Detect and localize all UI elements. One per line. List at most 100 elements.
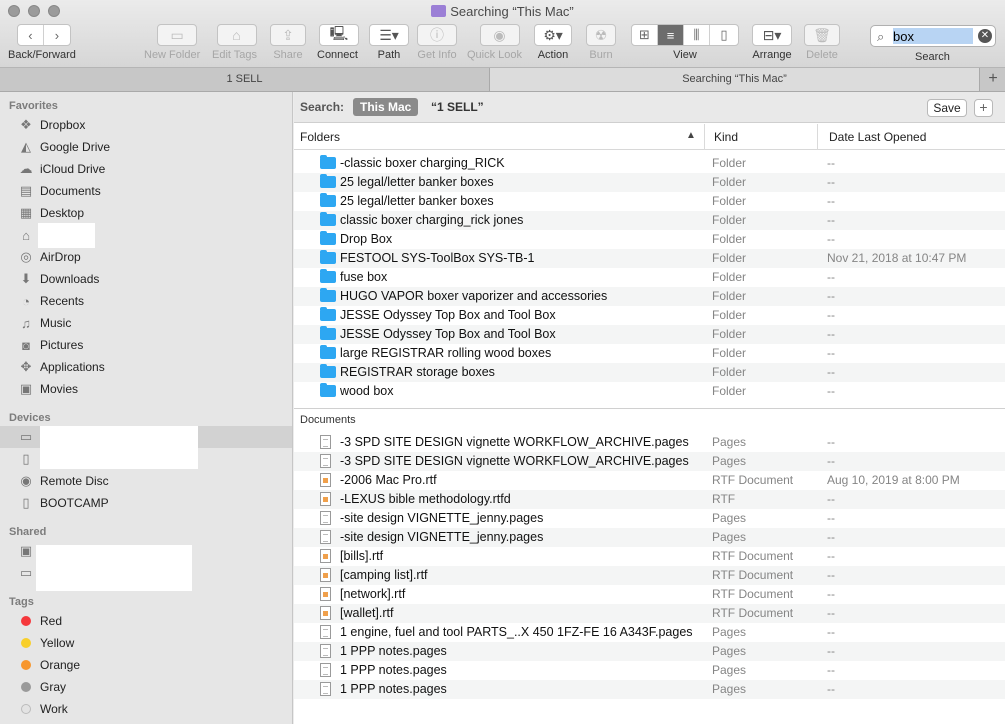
folder-row[interactable]: JESSE Odyssey Top Box and Tool Box Folder… <box>294 306 1005 325</box>
rtf-document-icon <box>320 568 331 582</box>
column-divider[interactable] <box>817 124 818 150</box>
clear-search-icon[interactable]: ✕ <box>978 29 992 43</box>
document-icon-wrap <box>320 644 331 658</box>
folder-icon-wrap <box>320 383 336 397</box>
column-header-name[interactable]: Folders <box>300 130 340 144</box>
share-button[interactable]: ⇪ <box>270 24 306 46</box>
sidebar-item-bootcamp[interactable]: ▯ BOOTCAMP <box>0 492 292 514</box>
folder-row[interactable]: -classic boxer charging_RICK Folder -- <box>294 154 1005 173</box>
sidebar-item-airdrop[interactable]: ◎ AirDrop <box>0 246 292 268</box>
sidebar-item-dropbox[interactable]: ❖ Dropbox <box>0 114 292 136</box>
folder-row[interactable]: wood box Folder -- <box>294 382 1005 401</box>
sidebar-item-tag-orange[interactable]: Orange <box>0 654 292 676</box>
back-icon[interactable]: ‹ <box>18 25 44 45</box>
sidebar-item-remote-disc[interactable]: ◉ Remote Disc <box>0 470 292 492</box>
search-field[interactable]: ⌕ ✕ <box>870 25 996 47</box>
sidebar-item-tag-red[interactable]: Red <box>0 610 292 632</box>
sidebar-item-movies[interactable]: ▣ Movies <box>0 378 292 400</box>
new-tab-button[interactable]: + <box>981 68 1005 91</box>
folder-row[interactable]: 25 legal/letter banker boxes Folder -- <box>294 173 1005 192</box>
document-row[interactable]: [wallet].rtf RTF Document -- <box>294 604 1005 623</box>
column-header-date[interactable]: Date Last Opened <box>829 130 926 144</box>
forward-icon[interactable]: › <box>44 25 70 45</box>
sidebar-item-label: Downloads <box>40 272 100 286</box>
icon-view-icon[interactable]: ⊞ <box>632 25 658 45</box>
column-view-icon[interactable]: ⫼ <box>684 25 710 45</box>
column-divider[interactable] <box>704 124 705 150</box>
add-criteria-button[interactable]: + <box>974 99 993 117</box>
scope-1-sell-button[interactable]: “1 SELL” <box>431 100 484 114</box>
scope-this-mac-button[interactable]: This Mac <box>353 98 419 116</box>
sidebar-item-pictures[interactable]: ◙ Pictures <box>0 334 292 356</box>
sidebar-item-music[interactable]: ♫ Music <box>0 312 292 334</box>
document-row[interactable]: -site design VIGNETTE_jenny.pages Pages -- <box>294 528 1005 547</box>
list-view-icon[interactable]: ≡ <box>658 25 684 45</box>
back-forward-control[interactable]: ‹ › <box>16 24 71 46</box>
folder-row[interactable]: Drop Box Folder -- <box>294 230 1005 249</box>
sidebar-item-icloud-drive[interactable]: ☁ iCloud Drive <box>0 158 292 180</box>
rtf-document-icon <box>320 587 331 601</box>
sidebar-item-desktop[interactable]: ▦ Desktop <box>0 202 292 224</box>
folder-row[interactable]: REGISTRAR storage boxes Folder -- <box>294 363 1005 382</box>
burn-label: Burn <box>589 49 613 61</box>
document-row[interactable]: -LEXUS bible methodology.rtfd RTF -- <box>294 490 1005 509</box>
sidebar-item-applications[interactable]: ✥ Applications <box>0 356 292 378</box>
column-header-kind[interactable]: Kind <box>714 130 738 144</box>
results-pane: Search: This Mac “1 SELL” Save + Folders… <box>294 92 1005 724</box>
document-row[interactable]: [camping list].rtf RTF Document -- <box>294 566 1005 585</box>
sidebar-item-tag-yellow[interactable]: Yellow <box>0 632 292 654</box>
folder-row[interactable]: large REGISTRAR rolling wood boxes Folder… <box>294 344 1005 363</box>
edit-tags-button[interactable]: ⌂ <box>216 24 257 46</box>
group-divider <box>294 408 1005 409</box>
document-icon-wrap <box>320 530 331 544</box>
document-row[interactable]: -3 SPD SITE DESIGN vignette WORKFLOW_ARC… <box>294 452 1005 471</box>
folder-row[interactable]: FESTOOL SYS-ToolBox SYS-TB-1 Folder Nov 21… <box>294 249 1005 268</box>
sidebar-item-google-drive[interactable]: ◭ Google Drive <box>0 136 292 158</box>
edit-tags-label: Edit Tags <box>212 49 258 61</box>
new-folder-button[interactable]: ▭ <box>157 24 198 46</box>
folder-icon <box>320 155 336 169</box>
delete-button[interactable]: 🗑 <box>804 24 840 46</box>
document-row[interactable]: [bills].rtf RTF Document -- <box>294 547 1005 566</box>
folder-row[interactable]: 25 legal/letter banker boxes Folder -- <box>294 192 1005 211</box>
burn-button[interactable]: ☢ <box>586 24 616 46</box>
sidebar-item-recents[interactable]: ◔ Recents <box>0 290 292 312</box>
path-button[interactable]: ☰▾ <box>369 24 409 46</box>
document-row[interactable]: 1 PPP notes.pages Pages -- <box>294 642 1005 661</box>
sidebar-item-label: Orange <box>40 658 81 672</box>
quick-look-button[interactable]: ◉ <box>479 24 520 46</box>
tag-red-dot <box>18 613 34 629</box>
document-row[interactable]: -3 SPD SITE DESIGN vignette WORKFLOW_ARC… <box>294 433 1005 452</box>
disk-icon: ▯ <box>22 451 30 466</box>
sidebar-item-tag-work[interactable]: Work <box>0 698 292 720</box>
sidebar-item-label: Music <box>40 316 72 330</box>
row-date: -- <box>827 435 835 449</box>
folder-icon-wrap <box>320 212 336 226</box>
sidebar-item-tag-gray[interactable]: Gray <box>0 676 292 698</box>
document-icon-wrap <box>320 606 331 620</box>
folder-row[interactable]: classic boxer charging_rick jones Folder -… <box>294 211 1005 230</box>
document-row[interactable]: 1 engine, fuel and tool PARTS_..X 450 1F… <box>294 623 1005 642</box>
document-row[interactable]: [network].rtf RTF Document -- <box>294 585 1005 604</box>
pages-document-icon <box>320 663 331 677</box>
get-info-button[interactable]: ⓘ <box>417 24 457 46</box>
sidebar-item-label: Work <box>40 702 68 716</box>
arrange-button[interactable]: ⊟▾ <box>752 24 792 46</box>
folder-row[interactable]: fuse box Folder -- <box>294 268 1005 287</box>
gallery-view-icon[interactable]: ▯ <box>710 25 738 45</box>
sidebar-item-downloads[interactable]: ⬇ Downloads <box>0 268 292 290</box>
tab-1-sell[interactable]: 1 SELL <box>0 68 490 91</box>
tab-searching-this-mac[interactable]: Searching “This Mac” <box>490 68 980 91</box>
document-row[interactable]: -site design VIGNETTE_jenny.pages Pages -- <box>294 509 1005 528</box>
view-mode-control[interactable]: ⊞ ≡ ⫼ ▯ <box>631 24 739 46</box>
search-input[interactable] <box>893 28 973 44</box>
document-row[interactable]: -2006 Mac Pro.rtf RTF Document Aug 10, 201… <box>294 471 1005 490</box>
document-row[interactable]: 1 PPP notes.pages Pages -- <box>294 680 1005 699</box>
sidebar-item-documents[interactable]: ▤ Documents <box>0 180 292 202</box>
action-button[interactable]: ⚙▾ <box>534 24 572 46</box>
folder-row[interactable]: JESSE Odyssey Top Box and Tool Box Folder… <box>294 325 1005 344</box>
save-search-button[interactable]: Save <box>927 99 967 117</box>
connect-button[interactable]: 🖳 <box>319 24 359 46</box>
folder-row[interactable]: HUGO VAPOR boxer vaporizer and accessori… <box>294 287 1005 306</box>
document-row[interactable]: 1 PPP notes.pages Pages -- <box>294 661 1005 680</box>
